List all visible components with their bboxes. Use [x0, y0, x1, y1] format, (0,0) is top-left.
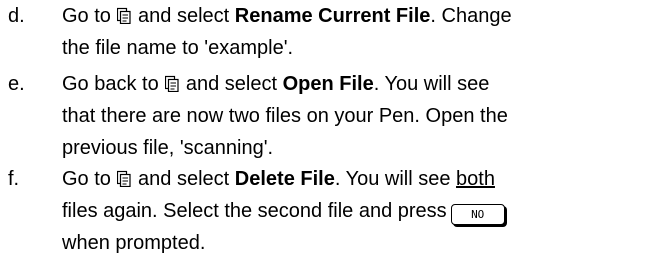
- step-marker: d.: [8, 5, 25, 27]
- text-run: Go to: [62, 168, 117, 190]
- step-line: when prompted.: [62, 232, 206, 254]
- step-line: Go back to and select Open File. You wil…: [62, 68, 652, 100]
- step-line: files again. Select the second file and …: [62, 195, 652, 227]
- file-menu-icon: [117, 170, 132, 187]
- step-line: the file name to 'example'.: [62, 37, 294, 59]
- text-run: and select: [180, 73, 283, 95]
- step-line: that there are now two files on your Pen…: [62, 105, 508, 127]
- bold-term: Open File: [282, 73, 374, 95]
- underlined-term: both: [456, 168, 495, 190]
- instruction-document: d. Go to and select Rename Current File.…: [0, 0, 655, 254]
- step-marker: f.: [8, 168, 20, 190]
- file-menu-icon: [117, 7, 132, 24]
- text-run: and select: [132, 5, 235, 27]
- step-body: Go to and select Rename Current File. Ch…: [62, 0, 652, 64]
- text-run: . You will see: [373, 73, 490, 95]
- step-body: Go to and select Delete File. You will s…: [62, 163, 652, 259]
- text-run: Go to: [62, 5, 117, 27]
- step-line: previous file, 'scanning'.: [62, 137, 274, 159]
- text-run: . Change: [430, 5, 512, 27]
- text-run: Go back to: [62, 73, 165, 95]
- no-key-button: NO: [450, 204, 505, 225]
- step-body: Go back to and select Open File. You wil…: [62, 68, 652, 164]
- text-run: . You will see: [334, 168, 457, 190]
- bold-term: Rename Current File: [234, 5, 431, 27]
- step-line: Go to and select Delete File. You will s…: [62, 163, 652, 195]
- text-run: and select: [132, 168, 235, 190]
- bold-term: Delete File: [234, 168, 335, 190]
- step-marker: e.: [8, 73, 25, 95]
- step-line: Go to and select Rename Current File. Ch…: [62, 0, 652, 32]
- file-menu-icon: [165, 75, 179, 92]
- text-run: files again. Select the second file and …: [62, 200, 447, 222]
